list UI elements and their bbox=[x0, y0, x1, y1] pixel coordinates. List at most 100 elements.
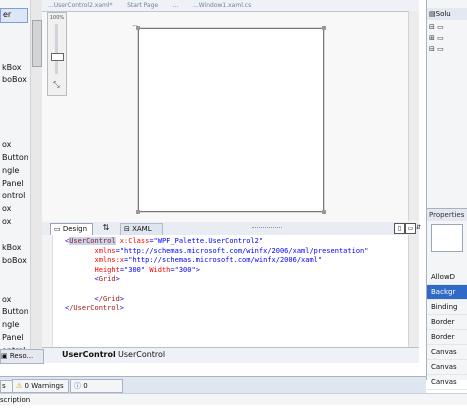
error-list-bar: s ⚠ 0 Warnings ⓘ 0 Messages bbox=[0, 376, 426, 402]
toolbox-panel: er kBox boBox ox Button ngle Panel ontrol ox ox kB… bbox=[0, 0, 43, 362]
toolbox-item[interactable]: ontrol bbox=[0, 190, 28, 203]
tab-design[interactable]: ▭ Design bbox=[50, 223, 93, 235]
right-panels: ▤Solu ⊟ ▭ ⊞ ▭ ⊟ ▭ Properties AllowD Backg… bbox=[426, 0, 467, 390]
breadcrumb-type: UserControl bbox=[118, 350, 166, 359]
zoom-label: 100% bbox=[49, 15, 65, 21]
element-breadcrumb-bar: UserControl UserControl bbox=[42, 347, 419, 363]
toolbox-scrollbar[interactable] bbox=[30, 0, 42, 362]
warnings-filter-button[interactable]: ⚠ 0 Warnings bbox=[12, 379, 69, 393]
designer-scrollbar[interactable] bbox=[408, 11, 419, 221]
code-attr: Height bbox=[94, 265, 120, 274]
zoom-slider-knob[interactable] bbox=[51, 53, 64, 61]
toolbox-item[interactable] bbox=[0, 49, 28, 62]
splitter-grip[interactable] bbox=[252, 227, 282, 230]
toolbox-item[interactable]: kBox bbox=[0, 62, 28, 75]
code-attr: xmlns bbox=[94, 246, 116, 255]
tree-expand-icon[interactable]: ⊞ ▭ bbox=[429, 33, 467, 44]
resize-handle[interactable] bbox=[136, 26, 140, 30]
toolbox-item[interactable] bbox=[0, 268, 28, 281]
toolbox-item[interactable] bbox=[0, 113, 28, 126]
tree-expand-icon[interactable]: ⊟ ▭ bbox=[429, 44, 467, 55]
property-row[interactable]: Border bbox=[427, 315, 467, 330]
toolbox-item[interactable] bbox=[0, 126, 28, 139]
warning-icon: ⚠ bbox=[16, 382, 23, 390]
toolbox-item[interactable]: kBox bbox=[0, 242, 28, 255]
description-column[interactable]: scription bbox=[0, 396, 30, 404]
property-row[interactable]: Canvas bbox=[427, 375, 467, 390]
property-row[interactable]: Backgr bbox=[427, 285, 467, 300]
property-row[interactable]: Border bbox=[427, 330, 467, 345]
code-value: "http://schemas.microsoft.com/winfx/2006… bbox=[119, 246, 369, 255]
resources-tab[interactable]: ▣ Reso... bbox=[0, 349, 44, 364]
toolbox-item[interactable]: Panel bbox=[0, 178, 28, 191]
design-icon: ▭ bbox=[54, 225, 63, 233]
design-surface: ...UserControl2.xaml* Start Page ... ...… bbox=[42, 0, 419, 223]
code-attr: Width bbox=[149, 265, 171, 274]
resources-icon: ▣ bbox=[1, 352, 10, 360]
resize-handle[interactable] bbox=[136, 210, 140, 214]
resize-handle[interactable] bbox=[322, 26, 326, 30]
toolbox-item[interactable]: boBox bbox=[0, 74, 28, 87]
properties-header: Properties bbox=[427, 208, 467, 221]
document-tab[interactable]: Start Page bbox=[121, 1, 164, 10]
swap-panes-icon[interactable]: ⇅ bbox=[100, 222, 112, 234]
document-tab-strip: ...UserControl2.xaml* Start Page ... ...… bbox=[42, 0, 419, 12]
property-row[interactable]: Canvas bbox=[427, 345, 467, 360]
toolbox-item[interactable]: ox bbox=[0, 203, 28, 216]
editor-margin bbox=[42, 235, 53, 347]
toolbox-item[interactable] bbox=[0, 229, 28, 242]
tab-xaml-label: XAML bbox=[132, 225, 152, 233]
property-row[interactable]: Canvas bbox=[427, 360, 467, 375]
horizontal-split-icon[interactable]: ▭ bbox=[405, 223, 416, 234]
toolbox-item[interactable]: ox bbox=[0, 216, 28, 229]
split-view-bar: ▭ Design ⇅ ⊟ XAML ▯ ▭ ⇵ bbox=[42, 222, 421, 236]
code-value: "http://schemas.microsoft.com/winfx/2006… bbox=[128, 256, 323, 265]
toolbox-item[interactable]: ngle bbox=[0, 165, 28, 178]
zoom-fit-icon[interactable]: ⤡ bbox=[51, 79, 62, 90]
tree-expand-icon[interactable]: ⊟ ▭ bbox=[429, 22, 467, 33]
toolbox-item[interactable]: Button bbox=[0, 152, 28, 165]
xaml-code[interactable]: <UserControl x:Class="WPF_Palette.UserCo… bbox=[65, 237, 368, 314]
code-tag: /Grid bbox=[98, 294, 120, 303]
info-icon: ⓘ bbox=[74, 382, 81, 390]
messages-filter-button[interactable]: ⓘ 0 Messages bbox=[70, 379, 123, 402]
torn-edge bbox=[0, 405, 467, 417]
warnings-label: 0 Warnings bbox=[24, 382, 64, 390]
toolbox-item[interactable] bbox=[0, 87, 28, 100]
toolbox-item[interactable]: Button bbox=[0, 306, 28, 319]
toolbox-item[interactable] bbox=[0, 36, 28, 49]
property-row[interactable]: AllowD bbox=[427, 270, 467, 285]
properties-list: AllowD Backgr Binding Border Border Canvas Can… bbox=[427, 270, 467, 390]
toolbox-item[interactable] bbox=[0, 281, 28, 294]
toolbox-list: er kBox boBox ox Button ngle Panel ontrol ox ox kB… bbox=[0, 8, 28, 362]
resources-tab-label: Reso... bbox=[9, 352, 34, 360]
code-value: "WPF_Palette.UserControl2" bbox=[153, 237, 264, 245]
toolbox-item[interactable]: er bbox=[0, 8, 28, 23]
toolbox-item[interactable]: Panel bbox=[0, 332, 28, 345]
toolbox-item[interactable] bbox=[0, 100, 28, 113]
toolbox-item[interactable]: ngle bbox=[0, 319, 28, 332]
zoom-control: 100% ⤡ bbox=[47, 12, 67, 96]
editor-scrollbar[interactable] bbox=[408, 235, 419, 347]
breadcrumb-element[interactable]: UserControl bbox=[62, 350, 116, 359]
toolbox-item[interactable]: ox bbox=[0, 294, 28, 307]
toolbox-scroll-thumb[interactable] bbox=[32, 20, 42, 67]
code-tag: /UserControl bbox=[69, 304, 120, 313]
document-tab[interactable]: ...Window1.xaml.cs bbox=[187, 1, 257, 10]
property-row[interactable]: Binding bbox=[427, 300, 467, 315]
code-tag: UserControl bbox=[69, 237, 116, 245]
solution-explorer-title: Solu bbox=[435, 10, 451, 18]
user-control-canvas[interactable] bbox=[136, 26, 326, 214]
vertical-split-icon[interactable]: ▯ bbox=[394, 223, 405, 234]
document-tab[interactable]: ... bbox=[167, 1, 185, 10]
solution-tree: ⊟ ▭ ⊞ ▭ ⊟ ▭ bbox=[429, 22, 467, 55]
collapse-pane-icon[interactable]: ⇵ bbox=[416, 223, 421, 232]
toolbox-item[interactable]: ox bbox=[0, 139, 28, 152]
xaml-editor[interactable]: <UserControl x:Class="WPF_Palette.UserCo… bbox=[42, 235, 419, 347]
resize-handle[interactable] bbox=[322, 210, 326, 214]
tab-design-label: Design bbox=[62, 225, 88, 233]
toolbox-item[interactable]: boBox bbox=[0, 255, 28, 268]
zoom-slider-track[interactable] bbox=[55, 24, 58, 74]
toolbox-item[interactable] bbox=[0, 23, 28, 36]
document-tab[interactable]: ...UserControl2.xaml* bbox=[42, 1, 119, 10]
